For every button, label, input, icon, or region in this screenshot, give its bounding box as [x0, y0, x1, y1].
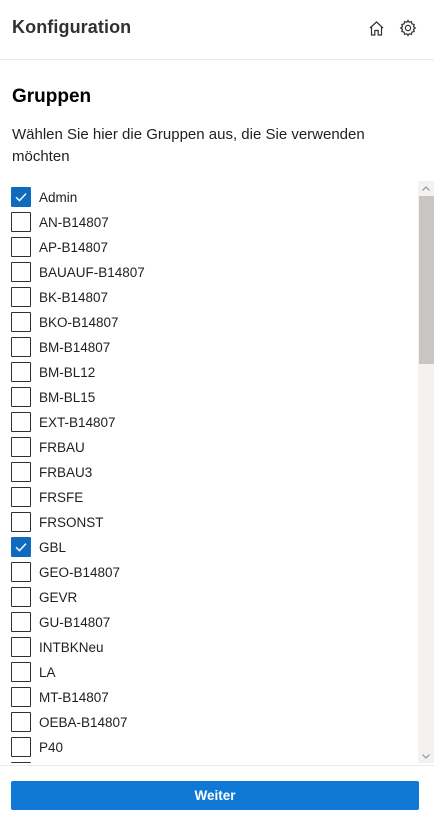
group-checkbox-item[interactable]: P40	[11, 737, 411, 757]
group-checkbox-item[interactable]: Admin	[11, 187, 411, 207]
checkbox-label: GU-B14807	[39, 614, 111, 630]
section-description: Wählen Sie hier die Gruppen aus, die Sie…	[12, 126, 365, 165]
group-checkbox-item[interactable]: BKO-B14807	[11, 312, 411, 332]
checkbox-label: FRBAU3	[39, 464, 93, 480]
checkbox[interactable]	[11, 712, 31, 732]
checkbox-label: Admin	[39, 189, 78, 205]
group-checkbox-item[interactable]: AN-B14807	[11, 212, 411, 232]
group-checkbox-item[interactable]: GEO-B14807	[11, 562, 411, 582]
checkbox-label: EXT-B14807	[39, 414, 116, 430]
checkbox[interactable]	[11, 537, 31, 557]
checkbox-label: FRSFE	[39, 489, 84, 505]
scroll-up-icon[interactable]	[418, 181, 434, 195]
checkbox-label: BM-B14807	[39, 339, 111, 355]
checkbox[interactable]	[11, 612, 31, 632]
group-checkbox-item[interactable]: BM-BL15	[11, 387, 411, 407]
checkbox[interactable]	[11, 337, 31, 357]
checkbox-label: INTBKNeu	[39, 639, 104, 655]
checkbox-label: BM-BL12	[39, 364, 96, 380]
gear-icon[interactable]	[397, 17, 419, 39]
checkbox-label: BK-B14807	[39, 289, 109, 305]
checkbox[interactable]	[11, 587, 31, 607]
checkbox[interactable]	[11, 437, 31, 457]
section-title: Gruppen	[12, 86, 92, 107]
home-icon[interactable]	[365, 17, 387, 39]
checkbox[interactable]	[11, 287, 31, 307]
group-checkbox-item[interactable]: FRBAU3	[11, 462, 411, 482]
checkbox-label: GBL	[39, 539, 67, 555]
checkbox-label: BKO-B14807	[39, 314, 119, 330]
checkbox-label: BM-BL15	[39, 389, 96, 405]
group-checkbox-item[interactable]: BM-BL12	[11, 362, 411, 382]
checkbox-label: LA	[39, 664, 56, 680]
scroll-down-icon[interactable]	[418, 749, 434, 763]
checkbox[interactable]	[11, 637, 31, 657]
checkbox-label: P40	[39, 739, 64, 755]
group-checkbox-item[interactable]: GEVR	[11, 587, 411, 607]
group-checkbox-item[interactable]	[11, 762, 411, 763]
checkbox[interactable]	[11, 412, 31, 432]
checkbox-label: GEO-B14807	[39, 564, 121, 580]
checkbox-label: FRSONST	[39, 514, 104, 530]
checkbox[interactable]	[11, 387, 31, 407]
group-checkbox-item[interactable]: GU-B14807	[11, 612, 411, 632]
group-checkbox-item[interactable]: BM-B14807	[11, 337, 411, 357]
checkbox-label: FRBAU	[39, 439, 85, 455]
group-checkbox-item[interactable]: BAUAUF-B14807	[11, 262, 411, 282]
group-checkbox-item[interactable]: BK-B14807	[11, 287, 411, 307]
checkbox-label: AP-B14807	[39, 239, 109, 255]
checkbox-label: BAUAUF-B14807	[39, 264, 145, 280]
checkbox[interactable]	[11, 512, 31, 532]
checkbox[interactable]	[11, 762, 31, 763]
checkbox[interactable]	[11, 562, 31, 582]
group-checkbox-item[interactable]: AP-B14807	[11, 237, 411, 257]
checkbox-label: GEVR	[39, 589, 78, 605]
group-checkbox-item[interactable]: GBL	[11, 537, 411, 557]
scrollbar-thumb[interactable]	[419, 196, 434, 364]
checkbox[interactable]	[11, 262, 31, 282]
checkmark-icon	[15, 543, 27, 552]
checkbox[interactable]	[11, 312, 31, 332]
app-header: Konfiguration	[0, 0, 434, 60]
group-checkbox-item[interactable]: FRSFE	[11, 487, 411, 507]
checkbox[interactable]	[11, 187, 31, 207]
app-title: Konfiguration	[12, 17, 132, 37]
checkbox[interactable]	[11, 462, 31, 482]
checkbox-label: AN-B14807	[39, 214, 109, 230]
group-list: Admin AN-B14807 AP-B14807 BAUAUF-B14807 BK-B…	[0, 181, 434, 763]
checkbox[interactable]	[11, 237, 31, 257]
group-checkbox-item[interactable]: LA	[11, 662, 411, 682]
footer-divider	[0, 765, 434, 766]
checkbox[interactable]	[11, 687, 31, 707]
group-checkbox-item[interactable]: FRSONST	[11, 512, 411, 532]
group-checkbox-item[interactable]: INTBKNeu	[11, 637, 411, 657]
next-button[interactable]: Weiter	[11, 781, 419, 810]
checkbox[interactable]	[11, 487, 31, 507]
checkmark-icon	[15, 193, 27, 202]
checkbox[interactable]	[11, 362, 31, 382]
group-checkbox-item[interactable]: OEBA-B14807	[11, 712, 411, 732]
checkbox[interactable]	[11, 212, 31, 232]
group-checkbox-item[interactable]: FRBAU	[11, 437, 411, 457]
group-checkbox-item[interactable]: MT-B14807	[11, 687, 411, 707]
checkbox-label: OEBA-B14807	[39, 714, 128, 730]
checkbox[interactable]	[11, 737, 31, 757]
group-checkbox-item[interactable]: EXT-B14807	[11, 412, 411, 432]
checkbox[interactable]	[11, 662, 31, 682]
checkbox-label: MT-B14807	[39, 689, 109, 705]
scrollbar[interactable]	[418, 181, 434, 763]
